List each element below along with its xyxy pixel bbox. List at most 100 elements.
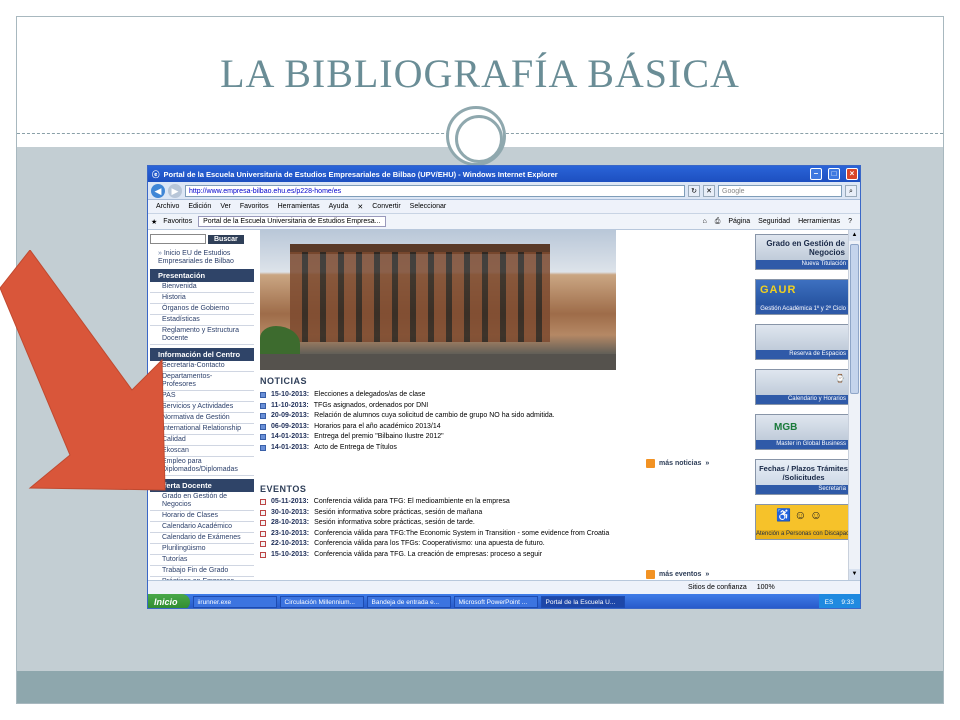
help-icon[interactable]: ?	[848, 218, 852, 226]
calendar-icon	[260, 551, 266, 558]
menu-favoritos[interactable]: Favoritos	[240, 203, 269, 210]
security-menu[interactable]: Seguridad	[758, 218, 790, 226]
close-toolbar-icon[interactable]: ✕	[357, 203, 363, 211]
menu-ver[interactable]: Ver	[220, 203, 231, 210]
item-text[interactable]: Relación de alumnos cuya solicitud de ca…	[314, 411, 554, 422]
banner-reserva[interactable]: Reserva de Espacios	[755, 324, 850, 360]
news-item[interactable]: 20-09-2013: Relación de alumnos cuya soli…	[260, 411, 720, 422]
news-item[interactable]: 14-01-2013: Acto de Entrega de Títulos	[260, 443, 720, 454]
calendar-icon	[260, 520, 266, 527]
banner-calendario[interactable]: ⌚ Calendario y Horarios	[755, 369, 850, 405]
banner-gaur[interactable]: GAUR Gestión Académica 1º y 2º Ciclo	[755, 279, 850, 315]
nav-item[interactable]: Horario de Clases	[150, 511, 254, 522]
task-portal[interactable]: Portal de la Escuela U...	[540, 596, 625, 608]
item-date: 14-01-2013:	[271, 443, 310, 451]
minimize-button[interactable]: –	[810, 168, 822, 180]
event-item[interactable]: 23-10-2013: Conferencia válida para TFG:T…	[260, 529, 720, 540]
calendar-icon	[260, 541, 266, 548]
slide-title: LA BIBLIOGRAFÍA BÁSICA	[220, 51, 740, 96]
maximize-button[interactable]: □	[828, 168, 840, 180]
window-titlebar: ⓔ Portal de la Escuela Universitaria de …	[148, 166, 860, 182]
event-item[interactable]: 05-11-2013: Conferencia válida para TFG: …	[260, 497, 720, 508]
menu-edicion[interactable]: Edición	[188, 203, 211, 210]
item-text[interactable]: Sesión informativa sobre prácticas, sesi…	[314, 508, 482, 519]
ie-logo-icon: ⓔ	[152, 169, 160, 179]
search-icon[interactable]: ⌕	[845, 184, 857, 197]
event-item[interactable]: 22-10-2013: Conferencia válida para los T…	[260, 539, 720, 550]
banner-grado[interactable]: Grado en Gestión de Negocios Nueva Titula…	[755, 234, 850, 270]
news-item[interactable]: 11-10-2013: TFGs asignados, ordenados por…	[260, 401, 720, 412]
calendar-icon	[260, 499, 266, 506]
select-button[interactable]: Seleccionar	[410, 203, 447, 210]
forward-button[interactable]: ▶	[168, 183, 182, 198]
task-bandeja[interactable]: Bandeja de entrada e...	[366, 596, 451, 608]
url-input[interactable]: http://www.empresa-bilbao.ehu.es/p228-ho…	[185, 184, 685, 197]
item-text[interactable]: Sesión informativa sobre prácticas, sesi…	[314, 518, 475, 529]
nav-item[interactable]: Tutorías	[150, 555, 254, 566]
nav-item[interactable]: Calendario de Exámenes	[150, 533, 254, 544]
menu-herramientas[interactable]: Herramientas	[278, 203, 320, 210]
web-page: Buscar » Inicio EU de Estudios Empresari…	[148, 230, 850, 588]
banner-accesibilidad[interactable]: ♿ ☺ ☺Atención a Personas con Discapacida…	[755, 504, 850, 540]
start-button[interactable]: Inicio	[148, 594, 190, 608]
event-item[interactable]: 30-10-2013: Sesión informativa sobre prác…	[260, 508, 720, 519]
home-icon[interactable]: ⌂	[703, 218, 707, 226]
vertical-scrollbar[interactable]: ▲ ▼	[848, 230, 860, 580]
back-button[interactable]: ◀	[151, 183, 165, 198]
windows-taskbar: Inicio iirunner.exe Circulación Millenni…	[148, 594, 860, 608]
site-search-input[interactable]	[150, 234, 206, 244]
banner-mgb[interactable]: MGB Master in Global Business	[755, 414, 850, 450]
news-item[interactable]: 06-09-2013: Horarios para el año académic…	[260, 422, 720, 433]
item-date: 23-10-2013:	[271, 529, 310, 537]
item-text[interactable]: Entrega del premio "Bilbaino Ilustre 201…	[314, 432, 444, 443]
nav-item[interactable]: Plurilingüismo	[150, 544, 254, 555]
more-events-link[interactable]: más eventos »	[646, 570, 709, 579]
browser-tab[interactable]: Portal de la Escuela Universitaria de Es…	[198, 216, 386, 227]
tools-menu[interactable]: Herramientas	[798, 218, 840, 226]
refresh-button[interactable]: ↻	[688, 184, 700, 197]
news-item[interactable]: 15-10-2013: Elecciones a delegados/as de …	[260, 390, 720, 401]
item-text[interactable]: Horarios para el año académico 2013/14	[314, 422, 440, 433]
item-date: 05-11-2013:	[271, 498, 309, 505]
task-iirunner[interactable]: iirunner.exe	[192, 596, 277, 608]
close-button[interactable]: ×	[846, 168, 858, 180]
task-powerpoint[interactable]: Microsoft PowerPoint ...	[453, 596, 538, 608]
document-icon	[260, 444, 266, 451]
clock: 9:33	[841, 598, 854, 606]
item-text[interactable]: Conferencia válida para TFG: El medioamb…	[314, 497, 510, 508]
accessibility-icon: ♿ ☺ ☺	[776, 508, 823, 522]
item-text[interactable]: TFGs asignados, ordenados por DNI	[314, 401, 428, 412]
more-news-link[interactable]: más noticias »	[646, 459, 709, 468]
item-text[interactable]: Conferencia válida para los TFGs: Cooper…	[314, 539, 545, 550]
language-indicator[interactable]: ES	[825, 599, 834, 606]
news-item[interactable]: 14-01-2013: Entrega del premio "Bilbaino …	[260, 432, 720, 443]
calendar-icon	[260, 509, 266, 516]
clock-icon: ⌚	[835, 374, 845, 383]
decorative-circle-icon	[446, 106, 506, 166]
event-item[interactable]: 15-10-2013: Conferencia válida para TFG. …	[260, 550, 720, 561]
item-date: 06-09-2013:	[271, 422, 310, 430]
zoom-level[interactable]: 100%	[757, 584, 775, 591]
status-bar: Sitios de confianza 100%	[148, 580, 860, 594]
convert-button[interactable]: Convertir	[372, 203, 400, 210]
event-item[interactable]: 28-10-2013: Sesión informativa sobre prác…	[260, 518, 720, 529]
item-text[interactable]: Acto de Entrega de Títulos	[314, 443, 397, 454]
banner-fechas[interactable]: Fechas / Plazos Trámites /Solicitudes Sec…	[755, 459, 850, 495]
favorites-button[interactable]: Favoritos	[163, 218, 192, 225]
menu-archivo[interactable]: Archivo	[156, 203, 179, 210]
print-icon[interactable]: ⎙	[715, 218, 721, 226]
trusted-zone-status: Sitios de confianza	[688, 584, 747, 591]
calendar-icon	[260, 530, 266, 537]
search-input[interactable]: Google	[718, 184, 842, 197]
nav-item[interactable]: Trabajo Fin de Grado	[150, 566, 254, 577]
nav-item[interactable]: Calendario Académico	[150, 522, 254, 533]
favorites-star-icon[interactable]: ★	[151, 218, 157, 226]
task-millennium[interactable]: Circulación Millennium...	[279, 596, 364, 608]
item-text[interactable]: Elecciones a delegados/as de clase	[314, 390, 425, 401]
stop-button[interactable]: ✕	[703, 184, 715, 197]
item-text[interactable]: Conferencia válida para TFG. La creación…	[314, 550, 542, 561]
item-text[interactable]: Conferencia válida para TFG:The Economic…	[314, 529, 609, 540]
site-search-button[interactable]: Buscar	[208, 234, 244, 244]
page-menu[interactable]: Página	[728, 218, 750, 226]
menu-ayuda[interactable]: Ayuda	[329, 203, 349, 210]
